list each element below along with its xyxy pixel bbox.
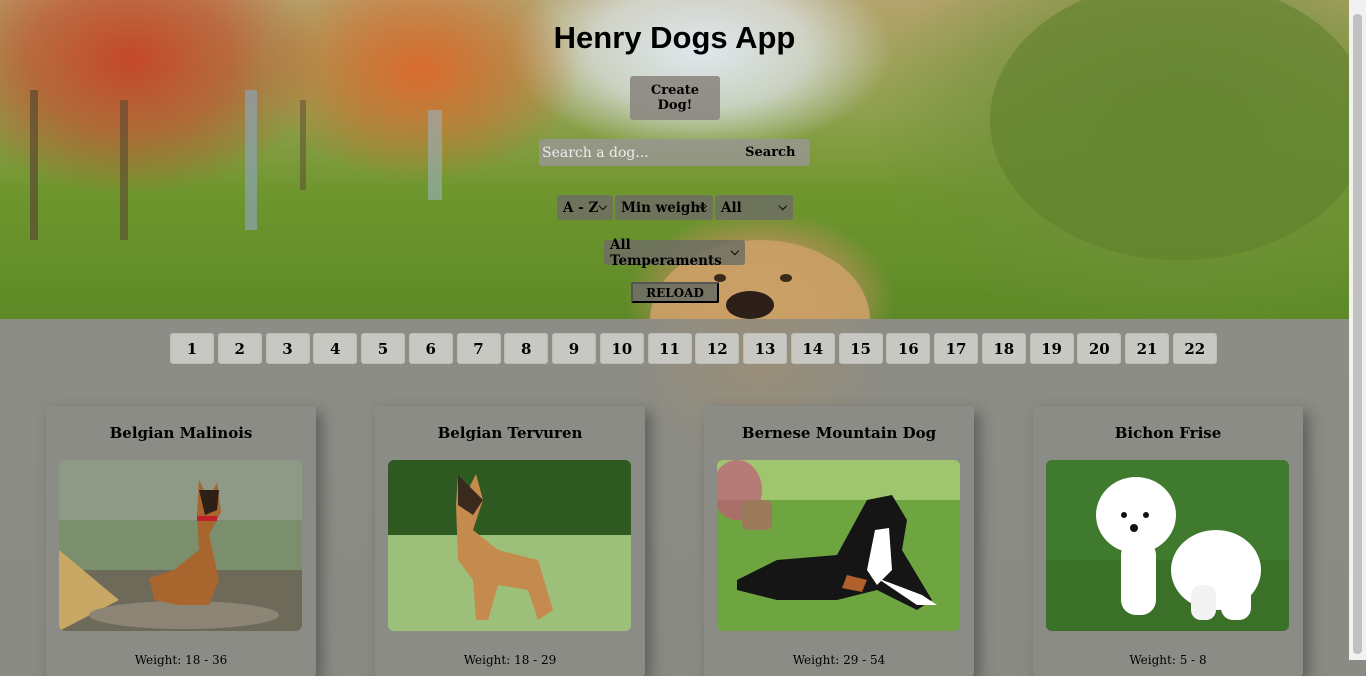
search-button[interactable]: Search	[731, 144, 810, 161]
source-select-value: All	[721, 199, 742, 216]
page-button[interactable]: 21	[1125, 333, 1169, 364]
page-button[interactable]: 16	[886, 333, 931, 364]
temperament-select[interactable]: All Temperaments ⌵	[604, 237, 745, 269]
page-button[interactable]: 19	[1029, 333, 1074, 364]
search-bar: Search	[539, 139, 810, 166]
page-scrollbar[interactable]	[1349, 0, 1366, 660]
page-button[interactable]: 15	[838, 333, 883, 364]
dog-photo	[388, 460, 631, 631]
page-button[interactable]: 17	[934, 333, 978, 364]
page-button[interactable]: 1	[170, 333, 214, 364]
page-button[interactable]: 13	[743, 333, 787, 364]
page-button[interactable]: 4	[313, 333, 358, 364]
dog-card[interactable]: Bernese Mountain Dog Weight: 29 - 54	[704, 406, 974, 676]
weight-select-value: Min weight	[621, 199, 707, 216]
page-button[interactable]: 11	[647, 333, 692, 364]
dog-photo	[717, 460, 960, 631]
dog-name: Belgian Malinois	[109, 424, 253, 442]
page-button[interactable]: 22	[1172, 333, 1217, 364]
page-button[interactable]: 6	[408, 333, 453, 364]
page-button[interactable]: 3	[265, 333, 310, 364]
chevron-down-icon: ⌵	[698, 200, 707, 213]
page-button[interactable]: 18	[981, 333, 1026, 364]
page-button[interactable]: 9	[552, 333, 596, 364]
page-button[interactable]: 12	[695, 333, 740, 364]
scrollbar-thumb[interactable]	[1353, 14, 1362, 654]
order-select[interactable]: A - Z ⌵	[557, 195, 613, 220]
reload-button[interactable]: RELOAD	[631, 282, 719, 303]
chevron-down-icon: ⌵	[730, 245, 739, 258]
source-select[interactable]: All ⌵	[715, 195, 793, 220]
dog-name: Bichon Frise	[1114, 424, 1222, 442]
dog-card[interactable]: Belgian Malinois Weight: 18 - 36	[46, 406, 316, 676]
weight-select[interactable]: Min weight ⌵	[615, 195, 713, 220]
dog-name: Bernese Mountain Dog	[741, 424, 937, 442]
page-button[interactable]: 2	[217, 333, 262, 364]
dog-photo	[59, 460, 302, 631]
temperament-select-value: All Temperaments	[610, 236, 722, 269]
create-dog-button[interactable]: Create Dog!	[630, 76, 720, 120]
dog-card[interactable]: Bichon Frise Weight: 5 - 8	[1033, 406, 1303, 676]
page-button[interactable]: 7	[456, 333, 501, 364]
page-button[interactable]: 10	[599, 333, 644, 364]
page-button[interactable]: 14	[790, 333, 835, 364]
page-button[interactable]: 8	[504, 333, 549, 364]
pagination: 1 2 3 4 5 6 7 8 9 10 11 12 13 14 15 16 1…	[170, 333, 1217, 364]
page-button[interactable]: 20	[1077, 333, 1122, 364]
page-button[interactable]: 5	[361, 333, 405, 364]
page-title: Henry Dogs App	[553, 20, 796, 55]
search-input[interactable]	[539, 139, 731, 166]
dog-weight: Weight: 18 - 29	[463, 653, 557, 667]
dog-photo	[1046, 460, 1289, 631]
dog-card[interactable]: Belgian Tervuren Weight: 18 - 29	[375, 406, 645, 676]
dog-name: Belgian Tervuren	[437, 424, 583, 442]
dog-weight: Weight: 29 - 54	[792, 653, 886, 667]
order-select-value: A - Z	[563, 199, 599, 216]
dog-weight: Weight: 18 - 36	[134, 653, 228, 667]
dog-weight: Weight: 5 - 8	[1129, 653, 1207, 667]
chevron-down-icon: ⌵	[778, 200, 787, 213]
chevron-down-icon: ⌵	[598, 200, 607, 213]
